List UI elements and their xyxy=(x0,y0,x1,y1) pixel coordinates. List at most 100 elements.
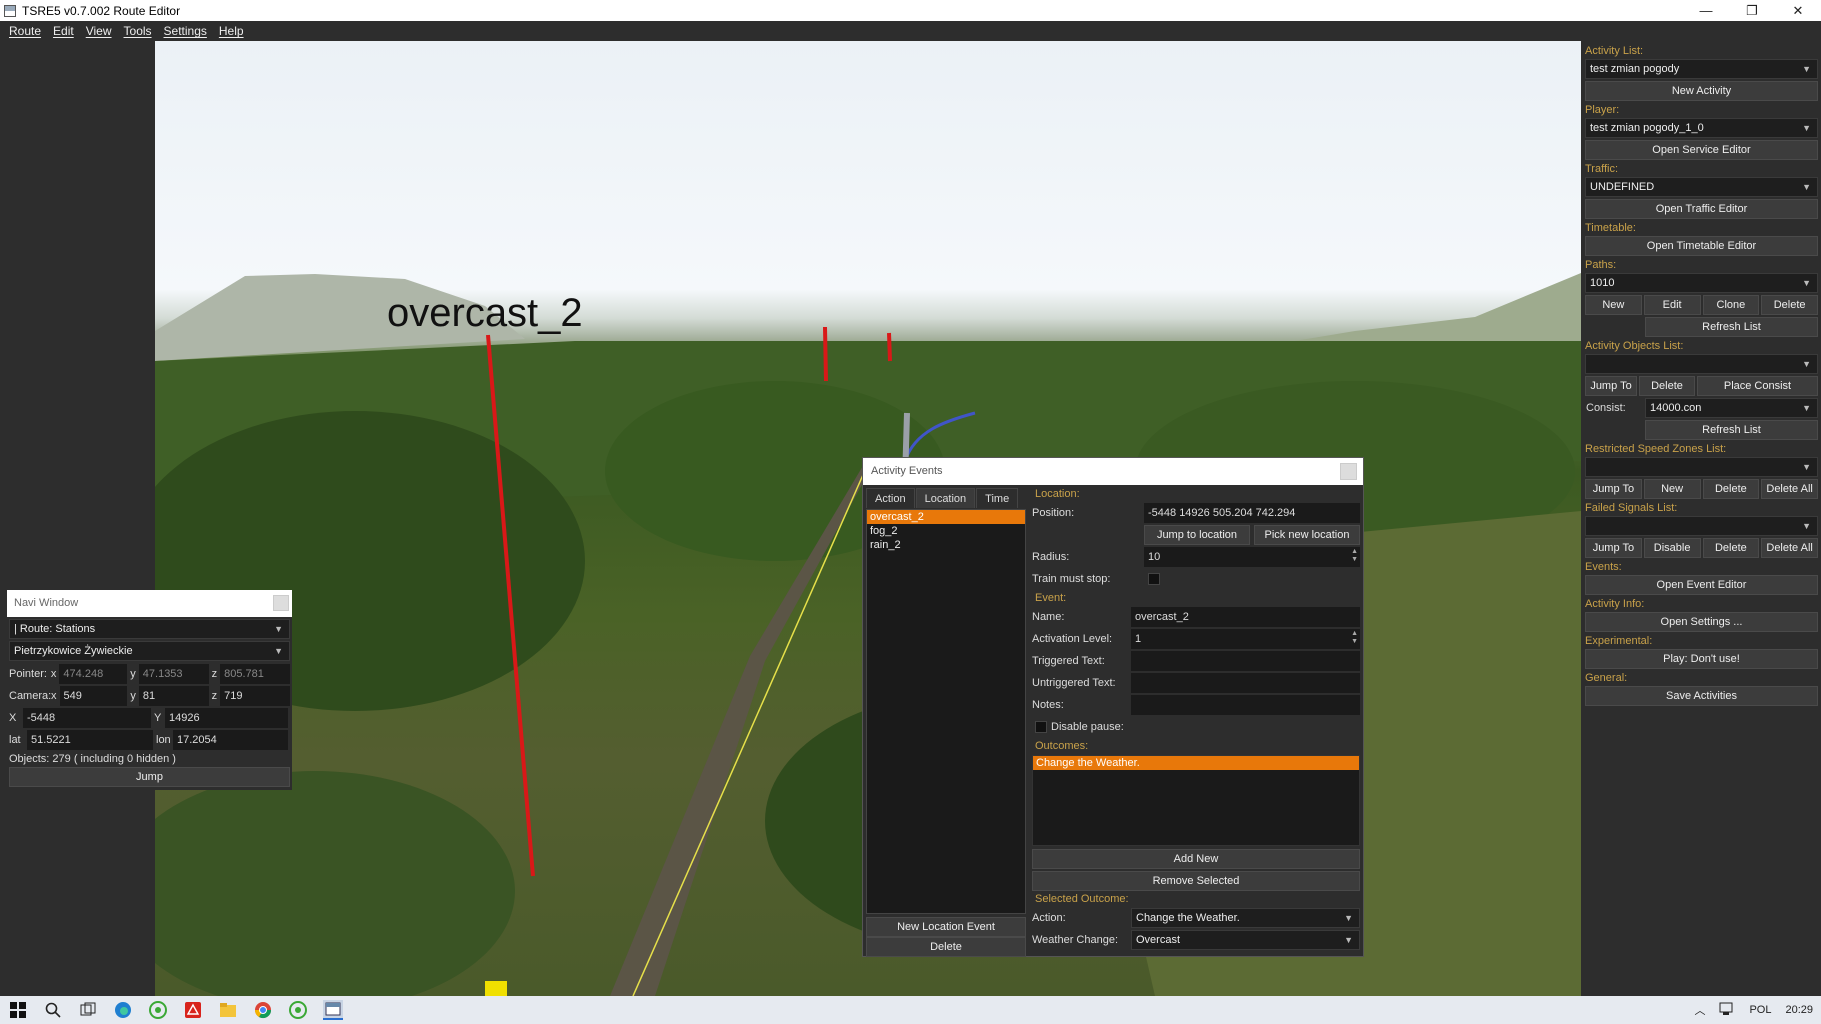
menu-edit[interactable]: Edit xyxy=(53,24,74,38)
lon-input[interactable]: 17.2054 xyxy=(173,730,288,750)
signal-disable-button[interactable]: Disable xyxy=(1643,538,1701,558)
object-buttons: Jump To Delete Place Consist xyxy=(1585,376,1818,396)
path-delete-button[interactable]: Delete xyxy=(1761,295,1818,315)
path-clone-button[interactable]: Clone xyxy=(1702,295,1760,315)
open-settings-button[interactable]: Open Settings ... xyxy=(1585,612,1818,632)
speed-zone-select[interactable]: ▼ xyxy=(1585,457,1818,477)
path-edit-button[interactable]: Edit xyxy=(1643,295,1701,315)
player-select[interactable]: test zmian pogody_1_0 ▼ xyxy=(1585,118,1818,138)
menu-help[interactable]: Help xyxy=(219,24,244,38)
untriggered-text-input[interactable] xyxy=(1131,673,1360,693)
signal-delete-all-button[interactable]: Delete All xyxy=(1761,538,1818,558)
title-bar: TSRE5 v0.7.002 Route Editor — ❐ ✕ xyxy=(0,0,1821,21)
path-select[interactable]: 1010 ▼ xyxy=(1585,273,1818,293)
train-must-stop-checkbox[interactable] xyxy=(1148,573,1160,585)
search-icon[interactable] xyxy=(43,1000,63,1020)
maximize-icon[interactable]: ❐ xyxy=(1729,0,1775,21)
chrome-icon[interactable] xyxy=(253,1000,273,1020)
name-input[interactable]: overcast_2 xyxy=(1131,607,1360,627)
menu-view[interactable]: View xyxy=(86,24,112,38)
camera-x-input[interactable]: 549 xyxy=(59,686,128,706)
tab-time[interactable]: Time xyxy=(976,488,1019,508)
delete-event-button[interactable]: Delete xyxy=(866,937,1026,957)
path-new-button[interactable]: New xyxy=(1585,295,1642,315)
menu-tools[interactable]: Tools xyxy=(124,24,152,38)
lat-input[interactable]: 51.5221 xyxy=(27,730,153,750)
play-button[interactable]: Play: Don't use! xyxy=(1585,649,1818,669)
disable-pause-checkbox[interactable] xyxy=(1035,721,1047,733)
open-timetable-editor-button[interactable]: Open Timetable Editor xyxy=(1585,236,1818,256)
list-item[interactable]: fog_2 xyxy=(867,524,1025,538)
open-traffic-editor-button[interactable]: Open Traffic Editor xyxy=(1585,199,1818,219)
navi-title-bar[interactable]: Navi Window xyxy=(7,590,292,617)
zone-delete-all-button[interactable]: Delete All xyxy=(1761,479,1818,499)
dialog-close-icon[interactable] xyxy=(1340,463,1357,480)
notes-input[interactable] xyxy=(1131,695,1360,715)
app-green-icon[interactable] xyxy=(148,1000,168,1020)
task-view-icon[interactable] xyxy=(78,1000,98,1020)
station-select[interactable]: Pietrzykowice Żywieckie ▼ xyxy=(9,641,290,661)
consist-select[interactable]: 14000.con ▼ xyxy=(1645,398,1818,418)
list-item[interactable]: overcast_2 xyxy=(867,510,1025,524)
jump-to-location-button[interactable]: Jump to location xyxy=(1144,525,1250,545)
object-delete-button[interactable]: Delete xyxy=(1639,376,1695,396)
activity-select[interactable]: test zmian pogody ▼ xyxy=(1585,59,1818,79)
jump-button[interactable]: Jump xyxy=(9,767,290,787)
menu-settings[interactable]: Settings xyxy=(164,24,207,38)
place-consist-button[interactable]: Place Consist xyxy=(1697,376,1818,396)
open-event-editor-button[interactable]: Open Event Editor xyxy=(1585,575,1818,595)
windows-start-icon[interactable] xyxy=(8,1000,28,1020)
timetable-label: Timetable: xyxy=(1585,222,1636,234)
pick-new-location-button[interactable]: Pick new location xyxy=(1254,525,1360,545)
dialog-title-bar[interactable]: Activity Events xyxy=(863,458,1363,485)
zone-new-button[interactable]: New xyxy=(1643,479,1701,499)
chevron-up-icon[interactable]: ︿ xyxy=(1694,1002,1705,1018)
object-jump-to-button[interactable]: Jump To xyxy=(1585,376,1637,396)
camera-z-input[interactable]: 719 xyxy=(220,686,290,706)
spinner-icon[interactable]: ▲ ▼ xyxy=(1351,548,1358,564)
route-select[interactable]: | Route: Stations ▼ xyxy=(9,619,290,639)
language-indicator[interactable]: POL xyxy=(1749,1004,1771,1016)
camera-y-input[interactable]: 81 xyxy=(138,686,209,706)
menu-route[interactable]: Route xyxy=(9,24,41,38)
tsre-app-icon[interactable] xyxy=(323,1000,343,1020)
list-item[interactable]: rain_2 xyxy=(867,538,1025,552)
navi-title: Navi Window xyxy=(14,597,79,609)
triggered-text-input[interactable] xyxy=(1131,651,1360,671)
signal-jump-to-button[interactable]: Jump To xyxy=(1585,538,1642,558)
position-input[interactable]: -5448 14926 505.204 742.294 xyxy=(1144,503,1360,523)
new-location-event-button[interactable]: New Location Event xyxy=(866,917,1026,937)
traffic-select[interactable]: UNDEFINED ▼ xyxy=(1585,177,1818,197)
close-icon[interactable]: ✕ xyxy=(1775,0,1821,21)
open-service-editor-button[interactable]: Open Service Editor xyxy=(1585,140,1818,160)
acrobat-icon[interactable] xyxy=(183,1000,203,1020)
zone-delete-button[interactable]: Delete xyxy=(1702,479,1760,499)
network-icon[interactable] xyxy=(1719,1002,1735,1019)
edge-browser-icon[interactable] xyxy=(113,1000,133,1020)
action-select[interactable]: Change the Weather. ▼ xyxy=(1131,908,1360,928)
weather-change-select[interactable]: Overcast ▼ xyxy=(1131,930,1360,950)
new-activity-button[interactable]: New Activity xyxy=(1585,81,1818,101)
zone-jump-to-button[interactable]: Jump To xyxy=(1585,479,1642,499)
tile-x-input[interactable]: -5448 xyxy=(23,708,151,728)
file-explorer-icon[interactable] xyxy=(218,1000,238,1020)
radius-input[interactable]: 10 ▲ ▼ xyxy=(1144,547,1360,567)
add-new-outcome-button[interactable]: Add New xyxy=(1032,849,1360,869)
refresh-objects-button[interactable]: Refresh List xyxy=(1645,420,1818,440)
tab-location[interactable]: Location xyxy=(915,488,976,508)
activation-level-input[interactable]: 1 ▲ ▼ xyxy=(1131,629,1360,649)
list-item[interactable]: Change the Weather. xyxy=(1033,756,1359,770)
minimize-icon[interactable]: — xyxy=(1683,0,1729,21)
tile-y-input[interactable]: 14926 xyxy=(165,708,288,728)
tab-action[interactable]: Action xyxy=(866,488,915,508)
activity-object-select[interactable]: ▼ xyxy=(1585,354,1818,374)
failed-signal-select[interactable]: ▼ xyxy=(1585,516,1818,536)
save-activities-button[interactable]: Save Activities xyxy=(1585,686,1818,706)
spinner-icon[interactable]: ▲ ▼ xyxy=(1351,630,1358,646)
signal-delete-button[interactable]: Delete xyxy=(1702,538,1760,558)
app-green-icon[interactable] xyxy=(288,1000,308,1020)
refresh-paths-button[interactable]: Refresh List xyxy=(1645,317,1818,337)
navi-close-icon[interactable] xyxy=(273,595,289,611)
clock[interactable]: 20:29 xyxy=(1785,1004,1813,1016)
remove-selected-outcome-button[interactable]: Remove Selected xyxy=(1032,871,1360,891)
